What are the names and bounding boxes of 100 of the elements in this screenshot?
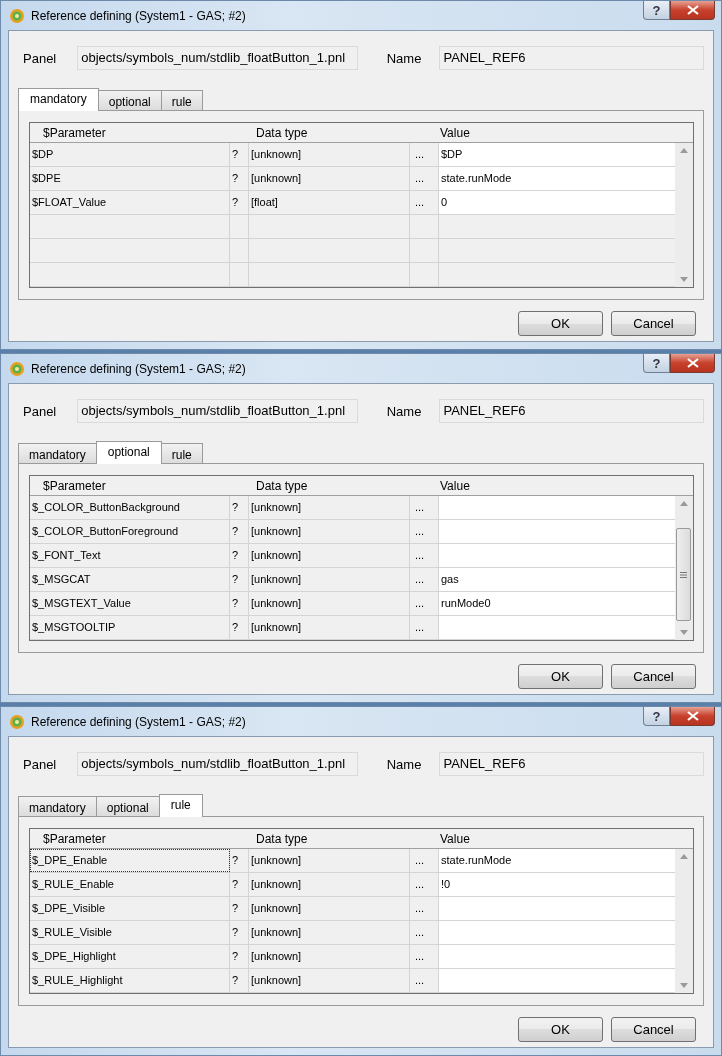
help-cell[interactable]: ?: [230, 167, 249, 190]
column-header[interactable]: Value: [410, 478, 470, 495]
up-arrow-icon[interactable]: [680, 854, 688, 859]
help-cell[interactable]: ?: [230, 921, 249, 944]
help-cell[interactable]: ?: [230, 945, 249, 968]
up-arrow-icon[interactable]: [680, 501, 688, 506]
value-cell[interactable]: gas: [439, 568, 675, 591]
column-header[interactable]: $Parameter: [30, 831, 230, 848]
tab[interactable]: mandatory: [18, 443, 97, 463]
value-cell[interactable]: state.runMode: [439, 167, 675, 190]
scrollbar[interactable]: [675, 143, 693, 287]
column-header[interactable]: Data type: [230, 478, 410, 495]
value-cell[interactable]: [439, 496, 675, 519]
scrollbar[interactable]: [675, 496, 693, 640]
help-cell[interactable]: ?: [230, 592, 249, 615]
tab[interactable]: optional: [95, 796, 160, 816]
window-title: Reference defining (System1 - GAS; #2): [31, 8, 246, 23]
down-arrow-icon[interactable]: [680, 630, 688, 635]
value-cell[interactable]: state.runMode: [439, 849, 675, 872]
type-cell: [unknown]: [249, 873, 410, 896]
down-arrow-icon[interactable]: [680, 277, 688, 282]
column-header[interactable]: Value: [410, 831, 470, 848]
help-cell[interactable]: ?: [230, 568, 249, 591]
tab[interactable]: optional: [97, 90, 162, 110]
close-icon: [686, 5, 699, 15]
ok-button[interactable]: OK: [518, 311, 603, 336]
value-cell[interactable]: [439, 520, 675, 543]
value-cell[interactable]: [439, 945, 675, 968]
value-cell[interactable]: [439, 616, 675, 639]
help-cell[interactable]: ?: [230, 616, 249, 639]
name-field[interactable]: PANEL_REF6: [439, 752, 704, 776]
tab[interactable]: rule: [160, 90, 203, 110]
column-header[interactable]: Value: [410, 125, 470, 142]
scrollbar[interactable]: [675, 849, 693, 993]
value-cell[interactable]: [439, 544, 675, 567]
help-cell[interactable]: ?: [230, 969, 249, 992]
column-header[interactable]: $Parameter: [30, 125, 230, 142]
close-button[interactable]: [670, 354, 715, 373]
tab[interactable]: mandatory: [18, 796, 97, 816]
up-arrow-icon[interactable]: [680, 148, 688, 153]
help-cell[interactable]: ?: [230, 544, 249, 567]
help-cell[interactable]: ?: [230, 520, 249, 543]
ok-button[interactable]: OK: [518, 664, 603, 689]
type-cell: [unknown]: [249, 568, 410, 591]
panel-field[interactable]: objects/symbols_num/stdlib_floatButton_1.pnl: [77, 399, 358, 423]
type-cell: [unknown]: [249, 616, 410, 639]
panel-field[interactable]: objects/symbols_num/stdlib_floatButton_1.pnl: [77, 46, 358, 70]
parameter-cell: $_MSGTEXT_Value: [30, 592, 230, 615]
column-header[interactable]: Data type: [230, 831, 410, 848]
value-cell[interactable]: $DP: [439, 143, 675, 166]
name-field[interactable]: PANEL_REF6: [439, 46, 704, 70]
help-button[interactable]: ?: [643, 1, 670, 20]
value-cell[interactable]: !0: [439, 873, 675, 896]
tab[interactable]: mandatory: [18, 88, 99, 111]
parameter-cell: $DPE: [30, 167, 230, 190]
column-header[interactable]: Data type: [230, 125, 410, 142]
value-cell[interactable]: [439, 921, 675, 944]
grip-icon: [680, 571, 687, 578]
type-cell: [unknown]: [249, 945, 410, 968]
name-label: Name: [386, 756, 422, 772]
parameter-cell: $_FONT_Text: [30, 544, 230, 567]
help-cell[interactable]: ?: [230, 496, 249, 519]
name-label: Name: [386, 50, 422, 66]
help-button[interactable]: ?: [643, 707, 670, 726]
parameter-cell: $_RULE_Visible: [30, 921, 230, 944]
scrollbar-thumb[interactable]: [676, 528, 691, 621]
value-cell[interactable]: runMode0: [439, 592, 675, 615]
ok-button[interactable]: OK: [518, 1017, 603, 1042]
name-label: Name: [386, 403, 422, 419]
cancel-button[interactable]: Cancel: [611, 311, 696, 336]
value-cell[interactable]: [439, 969, 675, 992]
parameter-cell: $DP: [30, 143, 230, 166]
window-title: Reference defining (System1 - GAS; #2): [31, 361, 246, 376]
help-cell[interactable]: ?: [230, 143, 249, 166]
value-cell[interactable]: [439, 897, 675, 920]
tab[interactable]: rule: [160, 443, 203, 463]
help-cell[interactable]: ?: [230, 849, 249, 872]
tab[interactable]: optional: [95, 441, 162, 464]
panel-label: Panel: [23, 756, 57, 772]
type-cell: [unknown]: [249, 897, 410, 920]
cancel-button[interactable]: Cancel: [611, 1017, 696, 1042]
down-arrow-icon[interactable]: [680, 983, 688, 988]
column-header[interactable]: $Parameter: [30, 478, 230, 495]
help-button[interactable]: ?: [643, 354, 670, 373]
parameter-cell: $_MSGCAT: [30, 568, 230, 591]
close-button[interactable]: [670, 707, 715, 726]
help-cell[interactable]: ?: [230, 191, 249, 214]
help-cell[interactable]: ?: [230, 897, 249, 920]
value-cell[interactable]: 0: [439, 191, 675, 214]
name-field[interactable]: PANEL_REF6: [439, 399, 704, 423]
panel-label: Panel: [23, 50, 57, 66]
type-cell: [unknown]: [249, 143, 410, 166]
type-cell: [unknown]: [249, 849, 410, 872]
parameter-cell: $_RULE_Highlight: [30, 969, 230, 992]
type-cell: [unknown]: [249, 167, 410, 190]
tab[interactable]: rule: [158, 794, 203, 817]
close-button[interactable]: [670, 1, 715, 20]
help-cell[interactable]: ?: [230, 873, 249, 896]
cancel-button[interactable]: Cancel: [611, 664, 696, 689]
panel-field[interactable]: objects/symbols_num/stdlib_floatButton_1.pnl: [77, 752, 358, 776]
